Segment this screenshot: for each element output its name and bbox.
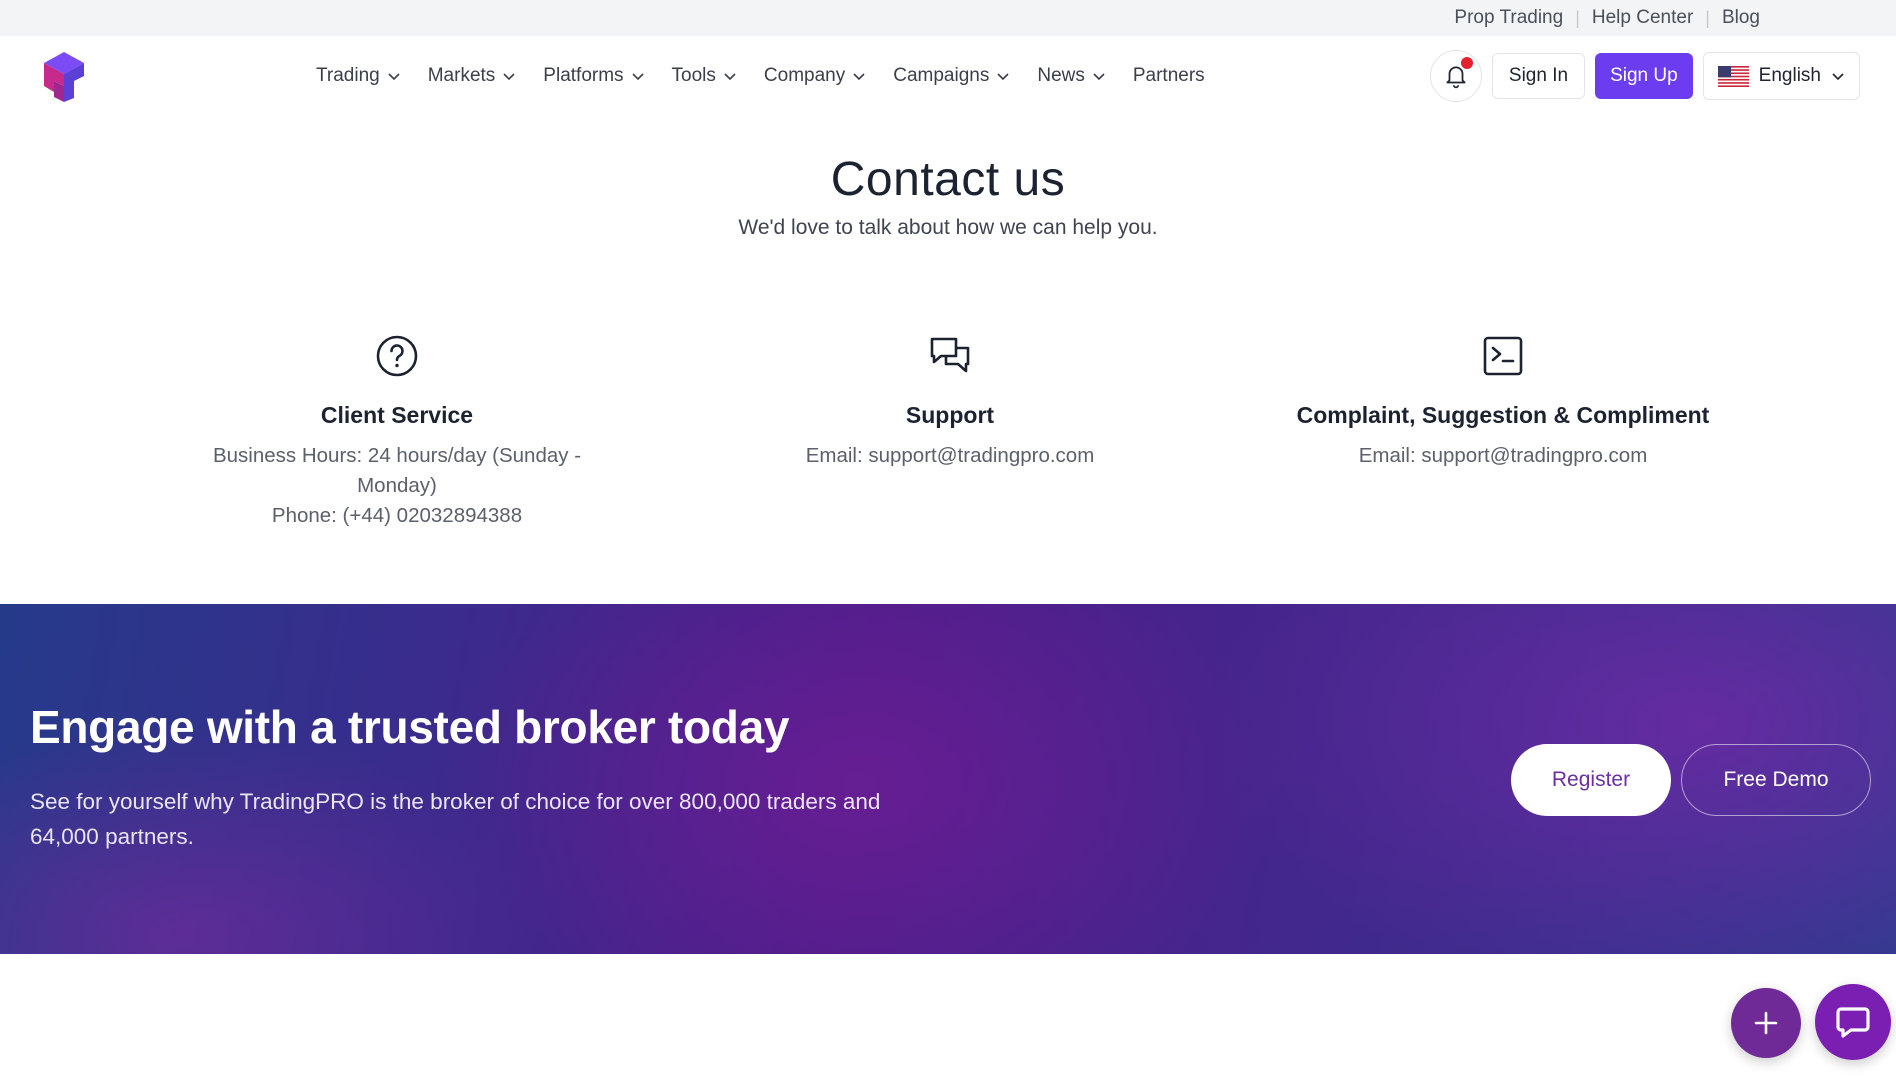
complaint-card: Complaint, Suggestion & Compliment Email… xyxy=(1243,334,1763,471)
plus-icon xyxy=(1754,1011,1778,1035)
nav-label: Markets xyxy=(427,65,496,86)
sign-in-button[interactable]: Sign In xyxy=(1491,53,1586,99)
sign-up-button[interactable]: Sign Up xyxy=(1595,53,1693,99)
cta-banner: Engage with a trusted broker today See f… xyxy=(0,604,1896,954)
chevron-down-icon xyxy=(388,73,400,81)
nav-platforms[interactable]: Platforms xyxy=(543,65,644,87)
nav-trading[interactable]: Trading xyxy=(316,65,401,87)
separator: | xyxy=(1705,7,1710,28)
nav-label: Platforms xyxy=(543,65,624,86)
nav-label: News xyxy=(1037,65,1085,86)
utility-links: Prop Trading | Help Center | Blog xyxy=(1454,0,1760,36)
nav-label: Partners xyxy=(1132,65,1205,86)
nav-label: Company xyxy=(763,65,846,86)
us-flag-icon xyxy=(1717,65,1749,87)
prop-trading-link[interactable]: Prop Trading xyxy=(1454,7,1563,29)
chevron-down-icon xyxy=(1093,73,1105,81)
nav-company[interactable]: Company xyxy=(764,65,866,87)
language-selector[interactable]: English xyxy=(1702,52,1860,100)
page-title: Contact us xyxy=(830,153,1066,206)
notifications-button[interactable] xyxy=(1429,50,1482,102)
chevron-down-icon xyxy=(503,73,515,81)
nav-tools[interactable]: Tools xyxy=(672,65,737,87)
client-service-card: Client Service Business Hours: 24 hours/… xyxy=(137,334,657,531)
chat-icon xyxy=(1836,1007,1870,1038)
live-chat-button[interactable] xyxy=(1815,984,1891,1060)
chevron-down-icon xyxy=(1832,73,1844,81)
complaint-email[interactable]: Email: support@tradingpro.com xyxy=(1243,441,1763,471)
top-utility-bar: Prop Trading | Help Center | Blog xyxy=(0,0,1896,36)
nav-partners[interactable]: Partners xyxy=(1133,65,1205,87)
question-circle-icon xyxy=(376,335,418,377)
support-card: Support Email: support@tradingpro.com xyxy=(690,334,1210,471)
help-center-link[interactable]: Help Center xyxy=(1592,7,1693,29)
terminal-square-icon xyxy=(1483,336,1523,376)
register-button[interactable]: Register xyxy=(1511,744,1671,816)
page-subtitle: We'd love to talk about how we can help … xyxy=(738,216,1158,239)
floating-plus-button[interactable] xyxy=(1731,988,1801,1058)
support-email[interactable]: Email: support@tradingpro.com xyxy=(690,441,1210,471)
nav-label: Campaigns xyxy=(893,65,990,86)
main-header: Trading Markets Platforms Tools Company … xyxy=(0,36,1896,116)
card-title: Support xyxy=(905,402,995,428)
nav-news[interactable]: News xyxy=(1037,65,1106,87)
header-actions: Sign In Sign Up English xyxy=(1429,36,1860,116)
chat-bubbles-icon xyxy=(930,337,970,373)
chevron-down-icon xyxy=(631,73,644,81)
nav-markets[interactable]: Markets xyxy=(428,65,517,87)
chevron-down-icon xyxy=(724,73,736,81)
business-hours: Business Hours: 24 hours/day (Sunday - M… xyxy=(212,444,582,497)
nav-label: Tools xyxy=(671,65,716,86)
nav-campaigns[interactable]: Campaigns xyxy=(893,65,1010,87)
nav-label: Trading xyxy=(316,65,380,86)
tradingpro-logo-icon[interactable] xyxy=(38,50,90,102)
card-title: Client Service xyxy=(320,402,474,428)
main-nav: Trading Markets Platforms Tools Company … xyxy=(316,36,1232,116)
phone-number[interactable]: Phone: (+44) 02032894388 xyxy=(187,501,607,531)
chevron-down-icon xyxy=(997,73,1009,81)
language-label: English xyxy=(1758,65,1821,86)
blog-link[interactable]: Blog xyxy=(1722,7,1760,29)
card-title: Complaint, Suggestion & Compliment xyxy=(1296,402,1710,428)
cta-title: Engage with a trusted broker today xyxy=(30,701,790,753)
notification-dot xyxy=(1460,57,1473,69)
free-demo-button[interactable]: Free Demo xyxy=(1681,744,1871,816)
cta-subtitle: See for yourself why TradingPRO is the b… xyxy=(30,789,881,849)
chevron-down-icon xyxy=(853,73,865,81)
separator: | xyxy=(1575,7,1580,28)
